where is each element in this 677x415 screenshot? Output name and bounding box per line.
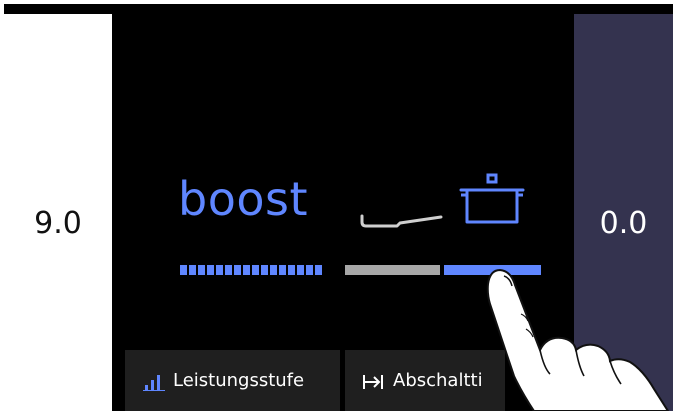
boost-bar-segment [315, 265, 322, 275]
boost-bar-segment [216, 265, 223, 275]
left-zone-value: 9.0 [34, 206, 82, 241]
boost-bar-segment [270, 265, 277, 275]
boost-bar-segment [225, 265, 232, 275]
boost-power-bar[interactable] [180, 265, 324, 275]
boost-bar-segment [234, 265, 241, 275]
tab-label: Leistungsstufe [173, 370, 305, 391]
boost-bar-segment [243, 265, 250, 275]
boost-bar-segment [252, 265, 259, 275]
boost-bar-segment [207, 265, 214, 275]
pot-zone-segment[interactable] [444, 265, 541, 275]
zone-selector-bar[interactable] [345, 265, 541, 275]
boost-bar-segment [198, 265, 205, 275]
display-frame: 9.0 boost Leistungsstufe Abschaltti 0.0 [4, 4, 673, 411]
cooktop-display: 9.0 boost Leistungsstufe Abschaltti 0.0 [0, 0, 677, 415]
right-zone-panel[interactable]: 0.0 [574, 14, 673, 411]
right-zone-value: 0.0 [599, 206, 648, 241]
left-zone-panel[interactable]: 9.0 [4, 14, 112, 411]
boost-bar-segment [306, 265, 313, 275]
tab-abschaltti[interactable]: Abschaltti [345, 350, 505, 411]
pan-zone-segment[interactable] [345, 265, 440, 275]
tab-label: Abschaltti [393, 370, 483, 391]
bar-chart-icon [143, 375, 165, 391]
boost-bar-segment [288, 265, 295, 275]
tab-leistungsstufe[interactable]: Leistungsstufe [125, 350, 340, 411]
arrow-right-bar-icon [363, 375, 383, 389]
bottom-tabs: Leistungsstufe Abschaltti [125, 350, 505, 411]
boost-bar-segment [180, 265, 187, 275]
pan-icon[interactable] [359, 200, 449, 230]
boost-bar-segment [297, 265, 304, 275]
boost-bar-segment [261, 265, 268, 275]
boost-label[interactable]: boost [178, 172, 308, 226]
boost-bar-segment [279, 265, 286, 275]
boost-bar-segment [189, 265, 196, 275]
pot-icon[interactable] [457, 171, 527, 231]
